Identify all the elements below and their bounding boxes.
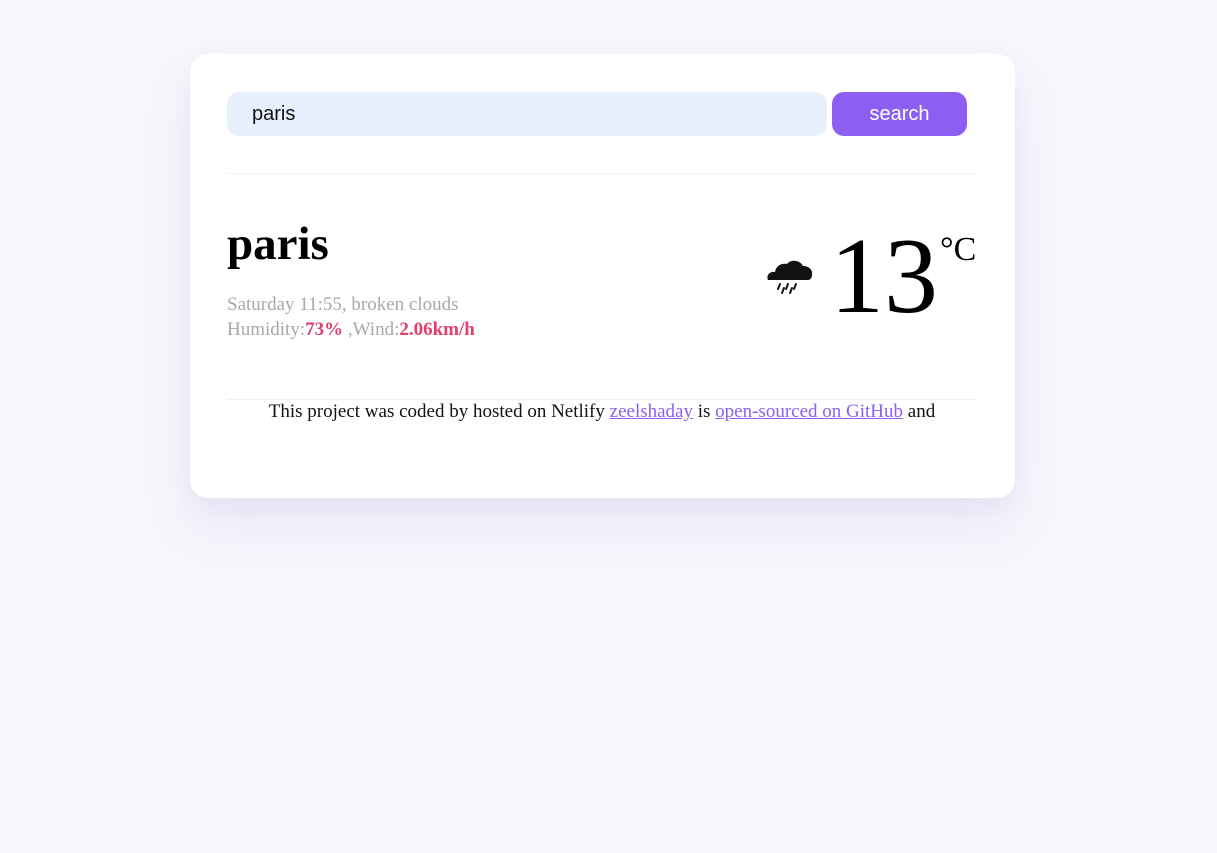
wind-label: ,Wind:	[343, 319, 400, 340]
weather-card: search paris Saturday 11:55, broken clou…	[190, 54, 1015, 498]
footer-suffix: and	[907, 401, 936, 422]
search-button[interactable]: search	[832, 92, 967, 136]
humidity-value: 73%	[305, 319, 344, 340]
temperature-value: 13	[830, 217, 938, 336]
weather-details: Saturday 11:55, broken clouds Humidity:7…	[227, 292, 475, 342]
date-and-description: Saturday 11:55, broken clouds	[227, 292, 475, 317]
temperature-unit: °C	[940, 231, 977, 268]
city-name: paris	[227, 218, 329, 270]
humidity-label: Humidity:	[227, 319, 306, 340]
rain-cloud-icon	[767, 260, 813, 294]
humidity-wind: Humidity:73% ,Wind:2.06km/h	[227, 317, 475, 342]
footer-prefix: This project was coded by hosted on Netl…	[268, 401, 605, 422]
search-input[interactable]	[227, 92, 827, 136]
wind-value: 2.06km/h	[399, 319, 475, 340]
detail-separator: ,	[341, 294, 347, 315]
footer-middle: is	[697, 401, 711, 422]
github-link[interactable]: open-sourced on GitHub	[715, 401, 903, 422]
top-divider	[227, 173, 977, 174]
day-time: Saturday 11:55	[227, 294, 342, 315]
weather-description: broken clouds	[351, 294, 459, 315]
footer: This project was coded by hosted on Netl…	[227, 400, 977, 424]
author-link[interactable]: zeelshaday	[610, 401, 693, 422]
